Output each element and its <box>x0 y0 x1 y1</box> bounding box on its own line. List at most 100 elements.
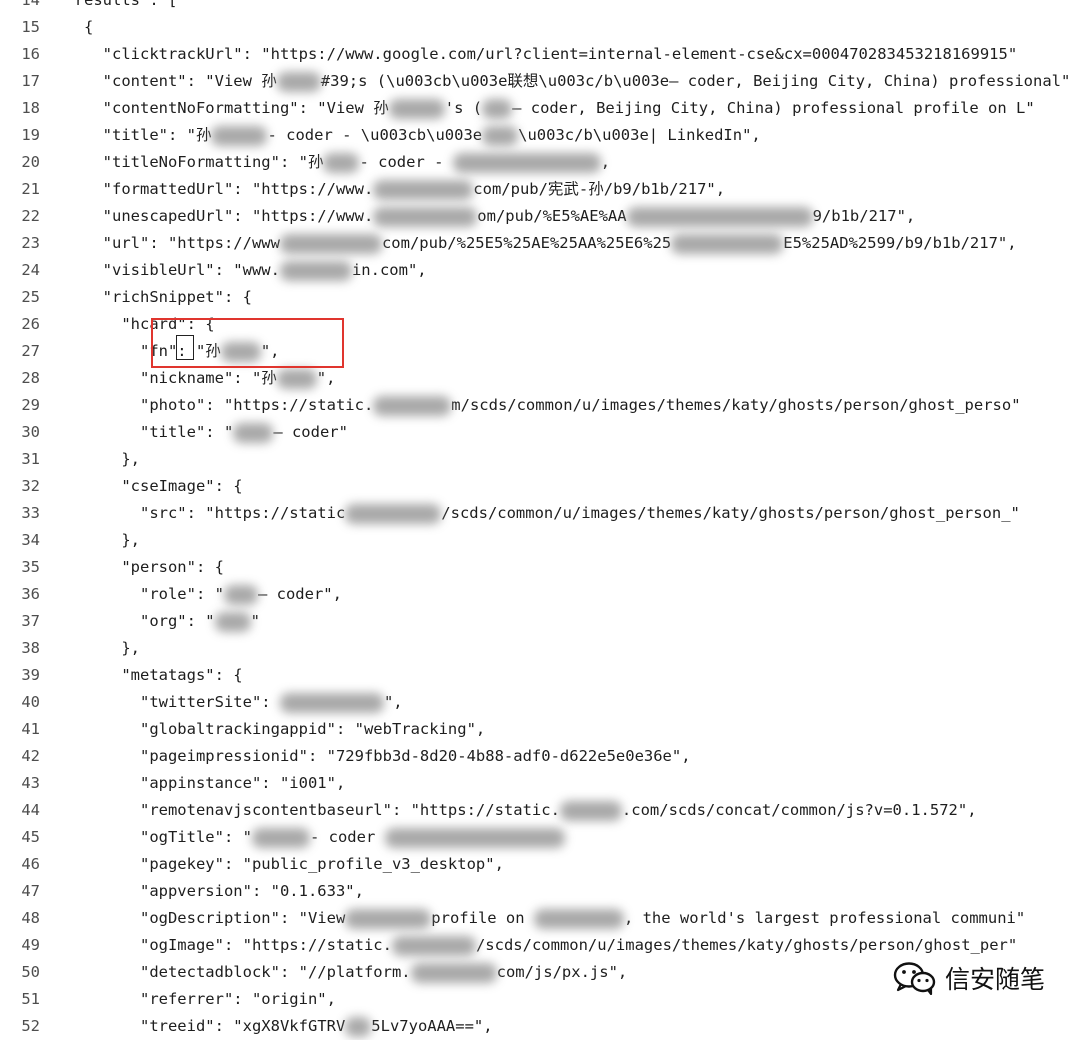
code-token: — coder", <box>257 585 342 603</box>
code-text: "referrer": "origin", <box>28 986 336 1013</box>
code-line[interactable]: 42 "pageimpressionid": "729fbb3d-8d20-4b… <box>0 743 1080 770</box>
code-text: "remotenavjscontentbaseurl": "https://st… <box>28 797 977 824</box>
code-line[interactable]: 18 "contentNoFormatting": "View 孙's (— c… <box>0 95 1080 122</box>
code-line[interactable]: 31 }, <box>0 446 1080 473</box>
code-line[interactable]: 17 "content": "View 孙 #39;s (\u003cb\u003… <box>0 68 1080 95</box>
code-text: "detectadblock": "//platform. com/js/px.j… <box>28 959 627 986</box>
code-token: "clicktrackUrl": "https://www.google.com… <box>28 45 1018 63</box>
code-token: "content": "View 孙 <box>28 72 277 90</box>
code-token: /scds/common/u/images/themes/katy/ghosts… <box>475 936 1018 954</box>
code-token: "pagekey": "public_profile_v3_desktop", <box>28 855 504 873</box>
redacted-blur <box>410 962 497 983</box>
code-token: ", <box>383 693 403 711</box>
code-token: "ogImage": "https://static. <box>28 936 392 954</box>
redacted-blur <box>323 152 360 173</box>
code-token: — coder" <box>273 423 348 441</box>
code-line[interactable]: 20 "titleNoFormatting": "孙 - coder - , <box>0 149 1080 176</box>
code-line[interactable]: 25 "richSnippet": { <box>0 284 1080 311</box>
code-token: "detectadblock": "//platform. <box>28 963 411 981</box>
code-line[interactable]: 23 "url": "https://www com/pub/%25E5%25AE… <box>0 230 1080 257</box>
code-line[interactable]: 29 "photo": "https://static. m/scds/commo… <box>0 392 1080 419</box>
redacted-blur <box>559 800 622 821</box>
code-line[interactable]: 35 "person": { <box>0 554 1080 581</box>
code-token: , <box>600 153 611 171</box>
code-text: { <box>28 14 93 41</box>
code-token: "unescapedUrl": "https://www. <box>28 207 374 225</box>
code-line[interactable]: 32 "cseImage": { <box>0 473 1080 500</box>
code-token: m/scds/common/u/images/themes/katy/ghost… <box>451 396 1021 414</box>
code-text: "twitterSite": ", <box>28 689 403 716</box>
code-text: "visibleUrl": "www. in.com", <box>28 257 427 284</box>
code-token: "appversion": "0.1.633", <box>28 882 364 900</box>
code-text: }, <box>28 446 140 473</box>
redacted-blur <box>482 98 513 119</box>
code-token: "contentNoFormatting": "View 孙 <box>28 99 389 117</box>
redacted-blur <box>276 71 321 92</box>
code-line[interactable]: 19 "title": "孙 - coder - \u003cb\u003e \u0… <box>0 122 1080 149</box>
code-token: "org": " <box>28 612 215 630</box>
code-token: "visibleUrl": "www. <box>28 261 280 279</box>
code-token: "ogTitle": " <box>28 828 252 846</box>
code-line[interactable]: 14 "results": [ <box>0 0 1080 14</box>
code-line[interactable]: 30 "title": " — coder" <box>0 419 1080 446</box>
code-line[interactable]: 41 "globaltrackingappid": "webTracking", <box>0 716 1080 743</box>
code-token: "treeid": "xgX8VkfGTRV <box>28 1017 346 1035</box>
redacted-blur <box>671 233 784 254</box>
code-token: "title": "孙 <box>28 126 212 144</box>
code-text: "nickname": "孙 ", <box>28 365 335 392</box>
code-line[interactable]: 34 }, <box>0 527 1080 554</box>
code-line[interactable]: 22 "unescapedUrl": "https://www. om/pub/%… <box>0 203 1080 230</box>
code-line[interactable]: 46 "pagekey": "public_profile_v3_desktop… <box>0 851 1080 878</box>
code-text: "ogImage": "https://static. /scds/common/… <box>28 932 1017 959</box>
code-token: - coder - <box>359 153 453 171</box>
code-line[interactable]: 36 "role": " — coder", <box>0 581 1080 608</box>
redacted-blur <box>452 152 601 173</box>
code-text: "richSnippet": { <box>28 284 252 311</box>
code-line[interactable]: 43 "appinstance": "i001", <box>0 770 1080 797</box>
redacted-blur <box>279 260 352 281</box>
code-token: "appinstance": "i001", <box>28 774 346 792</box>
code-line[interactable]: 37 "org": " " <box>0 608 1080 635</box>
code-text: "url": "https://www com/pub/%25E5%25AE%25… <box>28 230 1017 257</box>
code-token: "title": " <box>28 423 234 441</box>
code-token: "url": "https://www <box>28 234 280 252</box>
code-token: in.com", <box>351 261 427 279</box>
code-line[interactable]: 15 { <box>0 14 1080 41</box>
redacted-blur <box>384 827 565 848</box>
code-line[interactable]: 24 "visibleUrl": "www. in.com", <box>0 257 1080 284</box>
code-token: " <box>250 612 260 630</box>
code-text: "appversion": "0.1.633", <box>28 878 364 905</box>
redacted-blur <box>223 584 258 605</box>
code-token: "photo": "https://static. <box>28 396 374 414</box>
code-text: "person": { <box>28 554 224 581</box>
code-line[interactable]: 40 "twitterSite": ", <box>0 689 1080 716</box>
code-text: "src": "https://static/scds/common/u/ima… <box>28 500 1020 527</box>
code-token: om/pub/%E5%AE%AA <box>477 207 627 225</box>
code-text: "pagekey": "public_profile_v3_desktop", <box>28 851 504 878</box>
code-token: "role": " <box>28 585 224 603</box>
code-line[interactable]: 21 "formattedUrl": "https://www. com/pub/… <box>0 176 1080 203</box>
code-token: — coder, Beijing City, China) profession… <box>512 99 1035 117</box>
code-token: }, <box>28 531 140 549</box>
code-token: "titleNoFormatting": "孙 <box>28 153 324 171</box>
code-line[interactable]: 28 "nickname": "孙 ", <box>0 365 1080 392</box>
code-line[interactable]: 47 "appversion": "0.1.633", <box>0 878 1080 905</box>
code-line[interactable]: 33 "src": "https://static/scds/common/u/… <box>0 500 1080 527</box>
code-line[interactable]: 16 "clicktrackUrl": "https://www.google.… <box>0 41 1080 68</box>
code-line[interactable]: 39 "metatags": { <box>0 662 1080 689</box>
code-line[interactable]: 48 "ogDescription": "View profile on , th… <box>0 905 1080 932</box>
code-line[interactable]: 49 "ogImage": "https://static./scds/comm… <box>0 932 1080 959</box>
code-token: /scds/common/u/images/themes/katy/ghosts… <box>441 504 1020 522</box>
code-token: }, <box>28 450 140 468</box>
code-line[interactable]: 44 "remotenavjscontentbaseurl": "https:/… <box>0 797 1080 824</box>
redacted-blur <box>345 908 432 929</box>
code-line[interactable]: 38 }, <box>0 635 1080 662</box>
code-token: }, <box>28 639 140 657</box>
code-token: ", <box>316 369 336 387</box>
wechat-icon <box>893 962 936 995</box>
code-editor[interactable]: 14 "results": [15 {16 "clicktrackUrl": "… <box>0 0 1080 1040</box>
redacted-blur <box>482 125 519 146</box>
code-text: "photo": "https://static. m/scds/common/u… <box>28 392 1021 419</box>
redacted-blur <box>279 692 384 713</box>
code-line[interactable]: 45 "ogTitle": " - coder <box>0 824 1080 851</box>
